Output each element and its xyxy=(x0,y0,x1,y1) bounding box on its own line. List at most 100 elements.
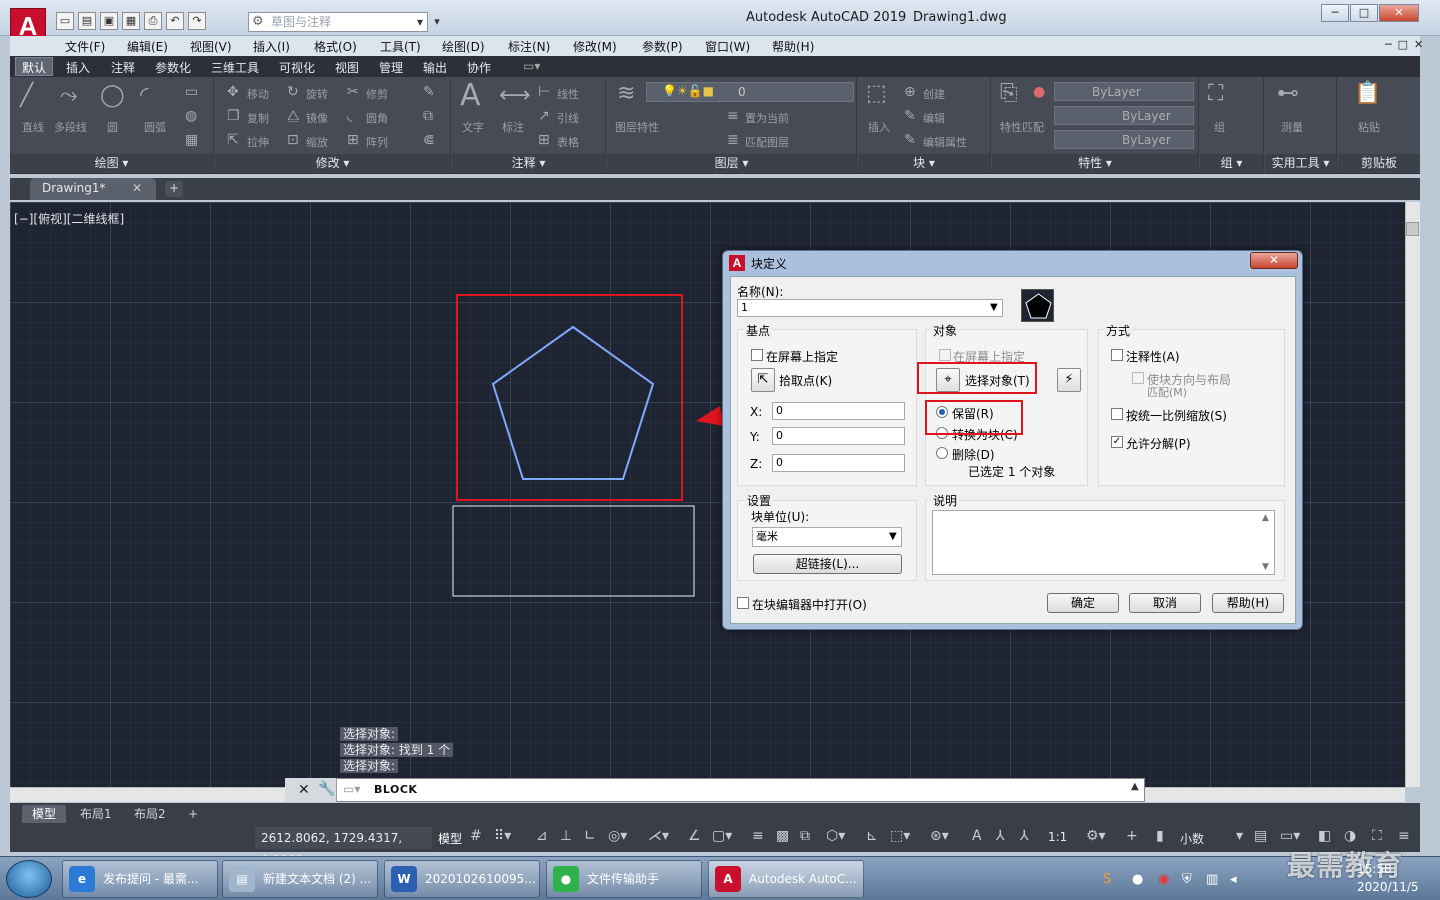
security-icon[interactable]: ◉ xyxy=(1158,872,1169,887)
tool-fillet[interactable]: 圆角 xyxy=(366,110,388,126)
tool-rotate[interactable]: 旋转 xyxy=(306,86,328,102)
transparency-icon[interactable]: ▩ xyxy=(776,828,789,844)
tab-default[interactable]: 默认 xyxy=(15,57,54,76)
tool-match-properties[interactable]: 特性匹配 xyxy=(1000,119,1044,135)
wechat-tray-icon[interactable]: ● xyxy=(1132,872,1143,887)
text-icon[interactable]: A xyxy=(460,81,481,111)
gizmo-icon[interactable]: ⊛▾ xyxy=(930,828,949,844)
menu-insert[interactable]: 插入(I) xyxy=(253,38,290,55)
menu-help[interactable]: 帮助(H) xyxy=(772,38,814,55)
auto-scale-icon[interactable]: ⅄ xyxy=(996,828,1005,844)
rectangle-icon[interactable]: ▭ xyxy=(185,85,198,99)
tool-mirror[interactable]: 镜像 xyxy=(306,110,328,126)
tool-create-block[interactable]: 创建 xyxy=(923,86,945,102)
vertical-scrollbar[interactable] xyxy=(1405,202,1420,787)
fillet-icon[interactable]: ◟ xyxy=(347,109,352,123)
menu-format[interactable]: 格式(O) xyxy=(314,38,357,55)
scroll-down-icon[interactable]: ▼ xyxy=(1262,562,1269,572)
tool-dimension[interactable]: 标注 xyxy=(502,119,524,135)
dynamic-input-icon[interactable]: ⊥ xyxy=(560,828,572,844)
network-icon[interactable]: ▥ xyxy=(1206,872,1218,887)
ok-button[interactable]: 确定 xyxy=(1047,593,1119,613)
volume-icon[interactable]: ◂ xyxy=(1230,872,1237,887)
menu-edit[interactable]: 编辑(E) xyxy=(127,38,168,55)
paste-icon[interactable]: 📋 xyxy=(1354,83,1381,105)
x-field[interactable]: 0 xyxy=(772,402,905,420)
start-button[interactable] xyxy=(6,860,52,898)
linear-icon[interactable]: ⊢ xyxy=(538,85,550,99)
tool-edit-block[interactable]: 编辑 xyxy=(923,110,945,126)
mdi-window-controls[interactable]: ─□✕ xyxy=(1385,38,1429,51)
match-properties-icon[interactable]: ⎘ xyxy=(1000,83,1018,105)
ribbon-toggle-icon[interactable]: ▭▾ xyxy=(523,59,540,73)
menu-dimension[interactable]: 标注(N) xyxy=(508,38,550,55)
dimension-icon[interactable]: ⟷ xyxy=(499,85,531,107)
leader-icon[interactable]: ↗ xyxy=(538,109,550,123)
panel-block-title[interactable]: 块 ▾ xyxy=(858,154,990,172)
vertical-scroll-thumb[interactable] xyxy=(1406,222,1419,236)
block-name-combo[interactable]: 1 xyxy=(737,299,1003,317)
create-block-icon[interactable]: ⊕ xyxy=(904,85,916,99)
ortho-icon[interactable]: ∟ xyxy=(584,828,596,844)
gear-icon[interactable]: ⚙▾ xyxy=(1086,828,1106,844)
circle-icon[interactable]: ◯ xyxy=(100,85,125,107)
panel-modify-title[interactable]: 修改 ▾ xyxy=(215,154,450,172)
command-prompt-icon[interactable]: ▭▾ xyxy=(343,782,360,796)
panel-annotation-title[interactable]: 注释 ▾ xyxy=(452,154,605,172)
tool-copy[interactable]: 复制 xyxy=(247,110,269,126)
match-layer-icon[interactable]: ≣ xyxy=(727,133,739,147)
task-word[interactable]: W 2020102610095... xyxy=(384,860,540,898)
delete-radio[interactable] xyxy=(936,447,948,459)
hyperlink-button[interactable]: 超链接(L)... xyxy=(753,554,902,574)
explode-icon[interactable]: ⧉ xyxy=(423,109,433,123)
model-space-toggle[interactable]: 模型 xyxy=(438,830,462,847)
pick-point-icon[interactable]: ⇱ xyxy=(751,368,775,392)
tool-insert-block[interactable]: 插入 xyxy=(868,119,890,135)
command-input[interactable]: BLOCK xyxy=(374,783,417,796)
panel-draw-title[interactable]: 绘图 ▾ xyxy=(10,154,213,172)
tool-polyline[interactable]: 多段线 xyxy=(54,119,87,135)
tool-line[interactable]: 直线 xyxy=(22,119,44,135)
print-icon[interactable]: ⎙ xyxy=(144,12,162,30)
tool-circle[interactable]: 圆 xyxy=(107,119,118,135)
cancel-button[interactable]: 取消 xyxy=(1129,593,1201,613)
tool-move[interactable]: 移动 xyxy=(247,86,269,102)
tool-stretch[interactable]: 拉伸 xyxy=(247,134,269,150)
rotate-icon[interactable]: ↻ xyxy=(287,85,299,99)
workspace-select[interactable]: 草图与注释 xyxy=(248,12,428,32)
tool-table[interactable]: 表格 xyxy=(557,134,579,150)
tool-linear[interactable]: 线性 xyxy=(557,86,579,102)
infer-constraints-icon[interactable]: ⊿ xyxy=(536,828,548,844)
task-wechat[interactable]: ● 文件传输助手 xyxy=(546,860,702,898)
command-history-toggle-icon[interactable]: ▲ xyxy=(1131,781,1139,792)
object-snap-icon[interactable]: ▢▾ xyxy=(712,828,732,844)
block-unit-select[interactable]: 毫米 xyxy=(752,527,902,547)
quick-properties-icon[interactable]: ▤ xyxy=(1254,828,1267,844)
hardware-acceleration-icon[interactable]: ◑ xyxy=(1344,828,1356,844)
tool-set-current[interactable]: 置为当前 xyxy=(745,110,789,126)
empty-rectangle[interactable] xyxy=(452,505,695,597)
3d-osnap-icon[interactable]: ⬡▾ xyxy=(826,828,845,844)
panel-properties-title[interactable]: 特性 ▾ xyxy=(992,154,1198,172)
group-icon[interactable]: ⛶ xyxy=(1208,83,1223,105)
save-as-icon[interactable]: ▦ xyxy=(122,12,140,30)
selection-filter-icon[interactable]: ⬚▾ xyxy=(890,828,910,844)
task-notepad[interactable]: ▤ 新建文本文档 (2) ... xyxy=(222,860,378,898)
annotation-scale[interactable]: 1:1 xyxy=(1048,830,1067,844)
tool-layer-properties[interactable]: 图层特性 xyxy=(615,119,659,135)
lock-ui-icon[interactable]: ▭▾ xyxy=(1280,828,1300,844)
grid-icon[interactable]: # xyxy=(470,828,482,844)
units-value[interactable]: 小数 xyxy=(1180,830,1204,847)
customization-menu-icon[interactable]: ≡ xyxy=(1398,828,1410,844)
close-tab-icon[interactable]: ✕ xyxy=(132,181,142,195)
y-field[interactable]: 0 xyxy=(772,427,905,445)
menu-view[interactable]: 视图(V) xyxy=(190,38,232,55)
quick-select-icon[interactable]: ⚡ xyxy=(1057,368,1081,392)
tool-paste[interactable]: 粘贴 xyxy=(1358,119,1380,135)
menu-file[interactable]: 文件(F) xyxy=(65,38,105,55)
move-icon[interactable]: ✥ xyxy=(227,85,239,99)
allow-explode-checkbox[interactable]: ✓ xyxy=(1111,436,1123,448)
scale-icon[interactable]: ⊡ xyxy=(287,133,299,147)
tool-arc[interactable]: 圆弧 xyxy=(144,119,166,135)
set-current-icon[interactable]: ≡ xyxy=(727,109,739,123)
